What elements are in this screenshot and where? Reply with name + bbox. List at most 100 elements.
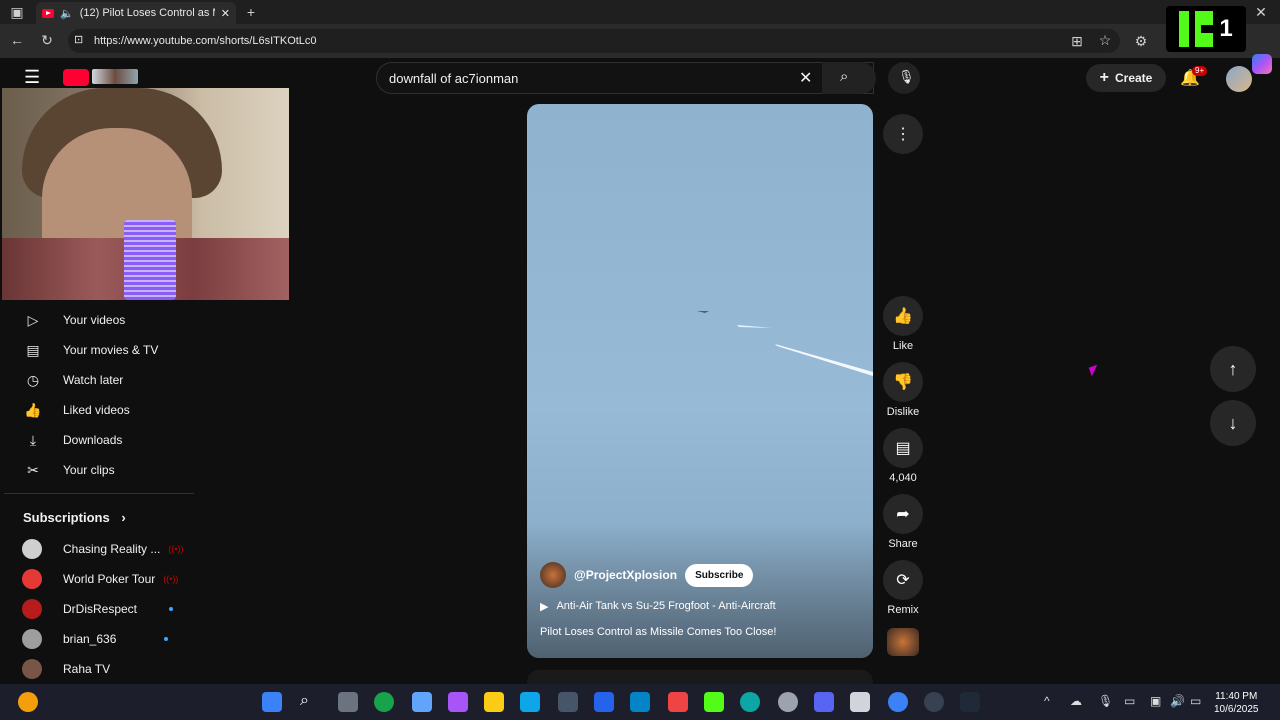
extensions-icon[interactable]: ⚙ [1132, 33, 1150, 49]
youtube-logo-icon[interactable] [63, 69, 89, 86]
discord-icon[interactable] [814, 692, 834, 712]
app-a-icon[interactable] [412, 692, 432, 712]
remix-icon: ⟳ [896, 572, 910, 589]
browser-tab[interactable]: 🔈 (12) Pilot Loses Control as M ✕ [36, 2, 236, 24]
create-label: Create [1114, 71, 1153, 85]
short-video-player[interactable]: @ProjectXplosion Subscribe ▶ Anti-Air Ta… [527, 104, 873, 658]
search-input[interactable]: downfall of ac7ionman ✕ [376, 62, 874, 94]
dislike-action[interactable]: 👎 Dislike [883, 362, 923, 418]
comments-button[interactable]: ▤ [883, 428, 923, 468]
live-icon: ((•)) [168, 544, 184, 554]
close-tab-icon[interactable]: ✕ [221, 7, 230, 20]
channel-avatar [22, 539, 42, 559]
share-label: Share [888, 538, 918, 550]
channel-name[interactable]: @ProjectXplosion [574, 568, 677, 582]
editor-icon[interactable] [594, 692, 614, 712]
missile-trail-short [737, 325, 773, 328]
sidebar-item-movies-tv[interactable]: ▤ Your movies & TV [22, 340, 158, 360]
plus-icon: + [1099, 69, 1109, 86]
kick-badge: 1 [1166, 6, 1246, 52]
network-icon[interactable]: ▣ [1150, 694, 1161, 708]
like-action[interactable]: 👍 Like [883, 296, 923, 352]
url-field[interactable]: ⊡ https://www.youtube.com/shorts/L6sITKO… [68, 29, 1120, 53]
tray-mic-icon[interactable]: 🎙 [1098, 694, 1113, 708]
battery-icon[interactable]: ▭ [1190, 694, 1201, 708]
speaker-icon[interactable]: 🔈 [60, 7, 74, 20]
more-vertical-icon: ⋮ [895, 126, 911, 143]
tray-app-icon[interactable]: ▭ [1124, 694, 1135, 708]
reload-icon[interactable]: ↻ [38, 32, 56, 48]
weather-widget-icon[interactable] [18, 692, 38, 712]
play-icon: ▶ [540, 601, 549, 613]
onedrive-icon[interactable]: ☁ [1070, 694, 1082, 708]
more-options-button[interactable]: ⋮ [883, 114, 923, 154]
youtube-app-icon[interactable] [668, 692, 688, 712]
thumbs-up-icon: 👍 [24, 401, 42, 418]
url-text: https://www.youtube.com/shorts/L6sITKOtL… [94, 35, 317, 47]
sidebar-item-your-videos[interactable]: ▷ Your videos [22, 310, 126, 330]
outlook-icon[interactable] [630, 692, 650, 712]
sound-source-thumbnail[interactable] [887, 628, 919, 656]
comment-icon: ▤ [895, 440, 911, 457]
app-b-icon[interactable] [924, 692, 944, 712]
dislike-button[interactable]: 👎 [883, 362, 923, 402]
file-explorer-icon[interactable] [484, 692, 504, 712]
previous-short-button[interactable]: ↑ [1210, 346, 1256, 392]
back-icon[interactable]: ← [8, 32, 26, 48]
remix-label: Remix [887, 604, 919, 616]
account-avatar[interactable] [1226, 66, 1252, 92]
remix-button[interactable]: ⟳ [883, 560, 923, 600]
sidebar-item-label: Your movies & TV [63, 343, 159, 357]
sidebar-item-downloads[interactable]: ⤓ Downloads [22, 430, 122, 450]
jet-silhouette [697, 309, 713, 313]
subscription-item[interactable]: World Poker Tour ((•)) [22, 569, 178, 589]
comments-action[interactable]: ▤ 4,040 [883, 428, 923, 484]
next-short-button[interactable]: ↓ [1210, 400, 1256, 446]
taskbar-search-icon[interactable]: ⌕ [300, 692, 320, 712]
subscription-item[interactable]: DrDisRespect [22, 599, 174, 619]
copilot-taskbar-icon[interactable] [448, 692, 468, 712]
comments-count: 4,040 [889, 472, 917, 484]
voice-search-button[interactable]: 🎙 [888, 62, 920, 94]
task-view-icon[interactable] [338, 692, 358, 712]
clear-search-icon[interactable]: ✕ [799, 68, 812, 88]
tray-chevron-up-icon[interactable]: ^ [1044, 694, 1050, 708]
close-window-icon[interactable]: ✕ [1252, 4, 1270, 20]
favorite-star-icon[interactable]: ☆ [1096, 32, 1114, 48]
system-clock[interactable]: 11:40 PM 10/6/2025 [1214, 690, 1259, 716]
subscription-item[interactable]: brian_636 [22, 629, 169, 649]
start-windows-icon[interactable] [262, 692, 282, 712]
create-button[interactable]: + Create [1086, 64, 1166, 92]
app-available-icon[interactable]: ⊞ [1068, 33, 1086, 49]
youtube-doodle-logo[interactable] [92, 69, 138, 84]
volume-icon[interactable]: 🔊 [1170, 694, 1185, 708]
subscribe-button[interactable]: Subscribe [685, 563, 754, 587]
share-action[interactable]: ➦ Share [883, 494, 923, 550]
subscription-item[interactable]: Raha TV [22, 659, 110, 679]
new-tab-icon[interactable]: + [242, 4, 260, 20]
subscription-item[interactable]: Chasing Reality ... ((•)) [22, 539, 184, 559]
calculator-icon[interactable] [850, 692, 870, 712]
store-icon[interactable] [520, 692, 540, 712]
webcam-lamp [124, 220, 176, 300]
obs-icon[interactable] [558, 692, 578, 712]
edge-icon[interactable] [740, 692, 760, 712]
search-button[interactable]: ⌕ [822, 62, 876, 94]
channel-avatar[interactable] [540, 562, 566, 588]
sidebar-item-liked-videos[interactable]: 👍 Liked videos [22, 400, 129, 420]
related-video-link[interactable]: ▶ Anti-Air Tank vs Su-25 Frogfoot - Anti… [540, 600, 776, 613]
remix-action[interactable]: ⟳ Remix [883, 560, 923, 616]
sidebar-item-your-clips[interactable]: ✂ Your clips [22, 460, 114, 480]
share-button[interactable]: ➦ [883, 494, 923, 534]
kick-app-icon[interactable] [704, 692, 724, 712]
window-menu-icon[interactable]: ▣ [8, 4, 26, 20]
hamburger-menu-icon[interactable]: ☰ [24, 67, 40, 88]
messenger-icon[interactable] [888, 692, 908, 712]
subscriptions-header[interactable]: Subscriptions › [23, 510, 126, 525]
settings-gear-icon[interactable] [778, 692, 798, 712]
site-info-icon[interactable]: ⊡ [74, 33, 83, 46]
sidebar-item-watch-later[interactable]: ◷ Watch later [22, 370, 123, 390]
like-button[interactable]: 👍 [883, 296, 923, 336]
chatgpt-icon[interactable] [960, 692, 980, 712]
xbox-icon[interactable] [374, 692, 394, 712]
